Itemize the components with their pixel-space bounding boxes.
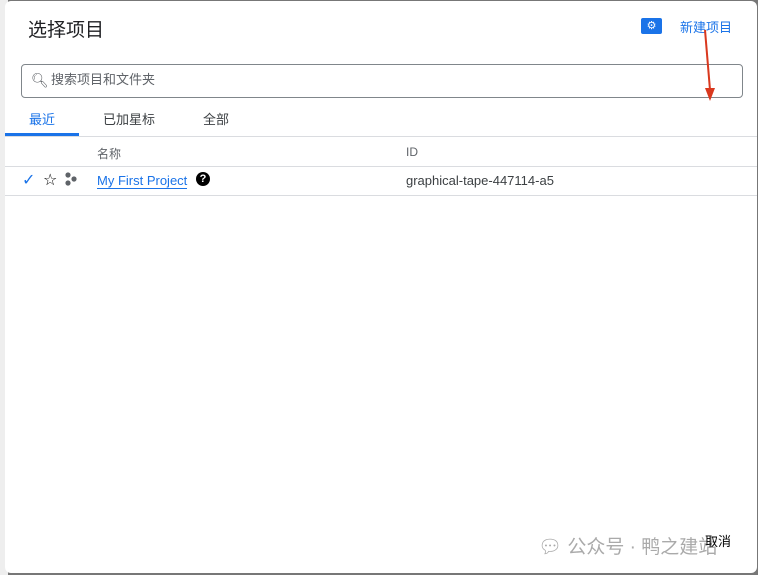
annotation-arrow [704,29,715,101]
